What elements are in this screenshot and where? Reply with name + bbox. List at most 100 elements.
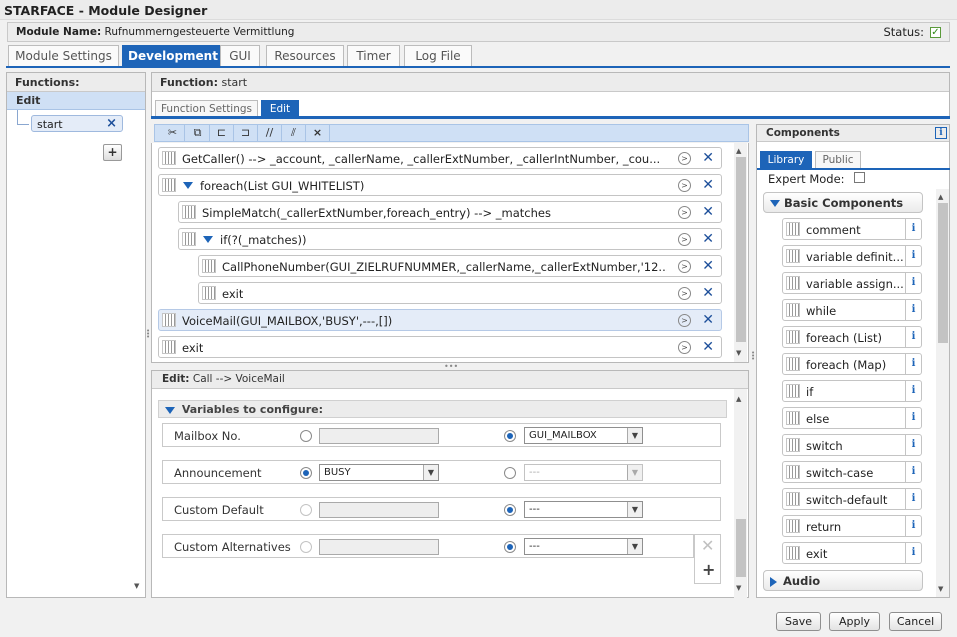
code-row[interactable]: SimpleMatch(_callerExtNumber,foreach_ent… (178, 201, 722, 223)
radio-variable[interactable] (504, 467, 516, 479)
radio-value[interactable] (300, 430, 312, 442)
info-icon[interactable]: i (935, 127, 947, 139)
code-row[interactable]: exit > ✕ (158, 336, 722, 358)
component-while[interactable]: while i (782, 299, 922, 321)
scrollbar[interactable]: ▼ (132, 580, 145, 596)
info-icon[interactable]: > (678, 314, 691, 327)
variable-select[interactable]: --- ▼ (524, 464, 643, 481)
info-icon[interactable]: > (678, 341, 691, 354)
component-switch-default[interactable]: switch-default i (782, 488, 922, 510)
component-else[interactable]: else i (782, 407, 922, 429)
status-checkbox[interactable]: ✓ (930, 27, 941, 38)
close-icon[interactable]: × (106, 116, 117, 131)
copy-icon[interactable]: ⧉ (186, 125, 210, 142)
radio-variable[interactable] (504, 541, 516, 553)
drag-handle-icon[interactable] (182, 232, 196, 246)
expert-mode-checkbox[interactable] (854, 172, 865, 183)
remove-icon[interactable]: ✕ (702, 312, 714, 328)
tab-edit[interactable]: Edit (261, 100, 299, 117)
tab-timer[interactable]: Timer (347, 45, 400, 66)
variable-select[interactable]: --- ▼ (524, 538, 643, 555)
remove-icon[interactable]: ✕ (702, 204, 714, 220)
tab-log-file[interactable]: Log File (404, 45, 472, 66)
radio-variable[interactable] (504, 430, 516, 442)
info-icon[interactable]: > (678, 152, 691, 165)
paste-below-icon[interactable]: ⊐ (234, 125, 258, 142)
component-variable-assignment[interactable]: variable assign... i (782, 272, 922, 294)
value-input[interactable] (319, 428, 439, 444)
component-switch-case[interactable]: switch-case i (782, 461, 922, 483)
drag-handle-icon[interactable] (202, 259, 216, 273)
remove-icon[interactable]: ✕ (702, 150, 714, 166)
save-button[interactable]: Save (776, 612, 821, 631)
variable-select[interactable]: GUI_MAILBOX ▼ (524, 427, 643, 444)
drag-handle-icon[interactable] (162, 151, 176, 165)
apply-button[interactable]: Apply (829, 612, 880, 631)
tab-module-settings[interactable]: Module Settings (8, 45, 119, 66)
code-row-selected[interactable]: VoiceMail(GUI_MAILBOX,'BUSY',---,[]) > ✕ (158, 309, 722, 331)
info-icon[interactable]: > (678, 179, 691, 192)
edit-scrollbar[interactable]: ▲ ▼ (734, 389, 747, 598)
code-row[interactable]: foreach(List GUI_WHITELIST) > ✕ (158, 174, 722, 196)
cut-icon[interactable]: ✂ (161, 125, 185, 142)
drag-handle-icon[interactable] (162, 340, 176, 354)
drag-handle-icon[interactable] (182, 205, 196, 219)
component-if[interactable]: if i (782, 380, 922, 402)
comment-icon[interactable]: // (258, 125, 282, 142)
paste-above-icon[interactable]: ⊏ (210, 125, 234, 142)
code-row[interactable]: if(?(_matches)) > ✕ (178, 228, 722, 250)
delete-icon[interactable]: × (306, 125, 330, 142)
component-comment[interactable]: comment i (782, 218, 922, 240)
code-row[interactable]: exit > ✕ (198, 282, 722, 304)
variable-select[interactable]: --- ▼ (524, 501, 643, 518)
tab-library[interactable]: Library (760, 151, 812, 168)
remove-icon[interactable]: ✕ (702, 231, 714, 247)
component-foreach-map[interactable]: foreach (Map) i (782, 353, 922, 375)
remove-icon[interactable]: ✕ (702, 177, 714, 193)
add-function-button[interactable]: + (103, 144, 122, 161)
splitter-handle[interactable]: • • • (751, 350, 755, 363)
radio-value[interactable] (300, 541, 312, 553)
drag-handle-icon[interactable] (162, 178, 176, 192)
collapse-icon[interactable] (165, 406, 175, 414)
component-foreach-list[interactable]: foreach (List) i (782, 326, 922, 348)
info-icon[interactable]: > (678, 260, 691, 273)
splitter-handle[interactable]: • • • (146, 328, 150, 341)
tab-function-settings[interactable]: Function Settings (155, 100, 258, 117)
info-icon[interactable]: > (678, 287, 691, 300)
value-select[interactable]: BUSY ▼ (319, 464, 439, 481)
function-item-start[interactable]: start × (31, 115, 123, 132)
component-return[interactable]: return i (782, 515, 922, 537)
remove-icon[interactable]: ✕ (702, 339, 714, 355)
info-icon[interactable]: > (678, 233, 691, 246)
code-scrollbar[interactable]: ▲ ▼ (734, 143, 747, 362)
value-input[interactable] (319, 502, 439, 518)
remove-icon[interactable]: ✕ (702, 285, 714, 301)
component-switch[interactable]: switch i (782, 434, 922, 456)
group-basic-components[interactable]: Basic Components (763, 192, 923, 213)
remove-alternative-icon[interactable]: ✕ (701, 536, 714, 555)
collapse-icon[interactable] (770, 200, 780, 207)
tab-resources[interactable]: Resources (266, 45, 344, 66)
code-row[interactable]: CallPhoneNumber(GUI_ZIELRUFNUMMER,_calle… (198, 255, 722, 277)
value-input[interactable] (319, 539, 439, 555)
code-row[interactable]: GetCaller() --> _account, _callerName, _… (158, 147, 722, 169)
tab-gui[interactable]: GUI (220, 45, 260, 66)
radio-variable[interactable] (504, 504, 516, 516)
variables-section-header[interactable]: Variables to configure: (158, 400, 727, 418)
expand-icon[interactable] (770, 576, 777, 587)
info-icon[interactable]: > (678, 206, 691, 219)
radio-value[interactable] (300, 467, 312, 479)
radio-value[interactable] (300, 504, 312, 516)
component-variable-definition[interactable]: variable definit... i (782, 245, 922, 267)
collapse-icon[interactable] (183, 182, 193, 189)
components-scrollbar[interactable]: ▲ ▼ (936, 189, 949, 597)
tab-public[interactable]: Public (815, 151, 861, 168)
add-alternative-icon[interactable]: + (702, 560, 715, 579)
component-exit[interactable]: exit i (782, 542, 922, 564)
drag-handle-icon[interactable] (162, 313, 176, 327)
group-audio[interactable]: Audio (763, 570, 923, 591)
cancel-button[interactable]: Cancel (889, 612, 942, 631)
uncomment-icon[interactable]: ⫽ (282, 125, 306, 142)
collapse-icon[interactable] (203, 236, 213, 243)
